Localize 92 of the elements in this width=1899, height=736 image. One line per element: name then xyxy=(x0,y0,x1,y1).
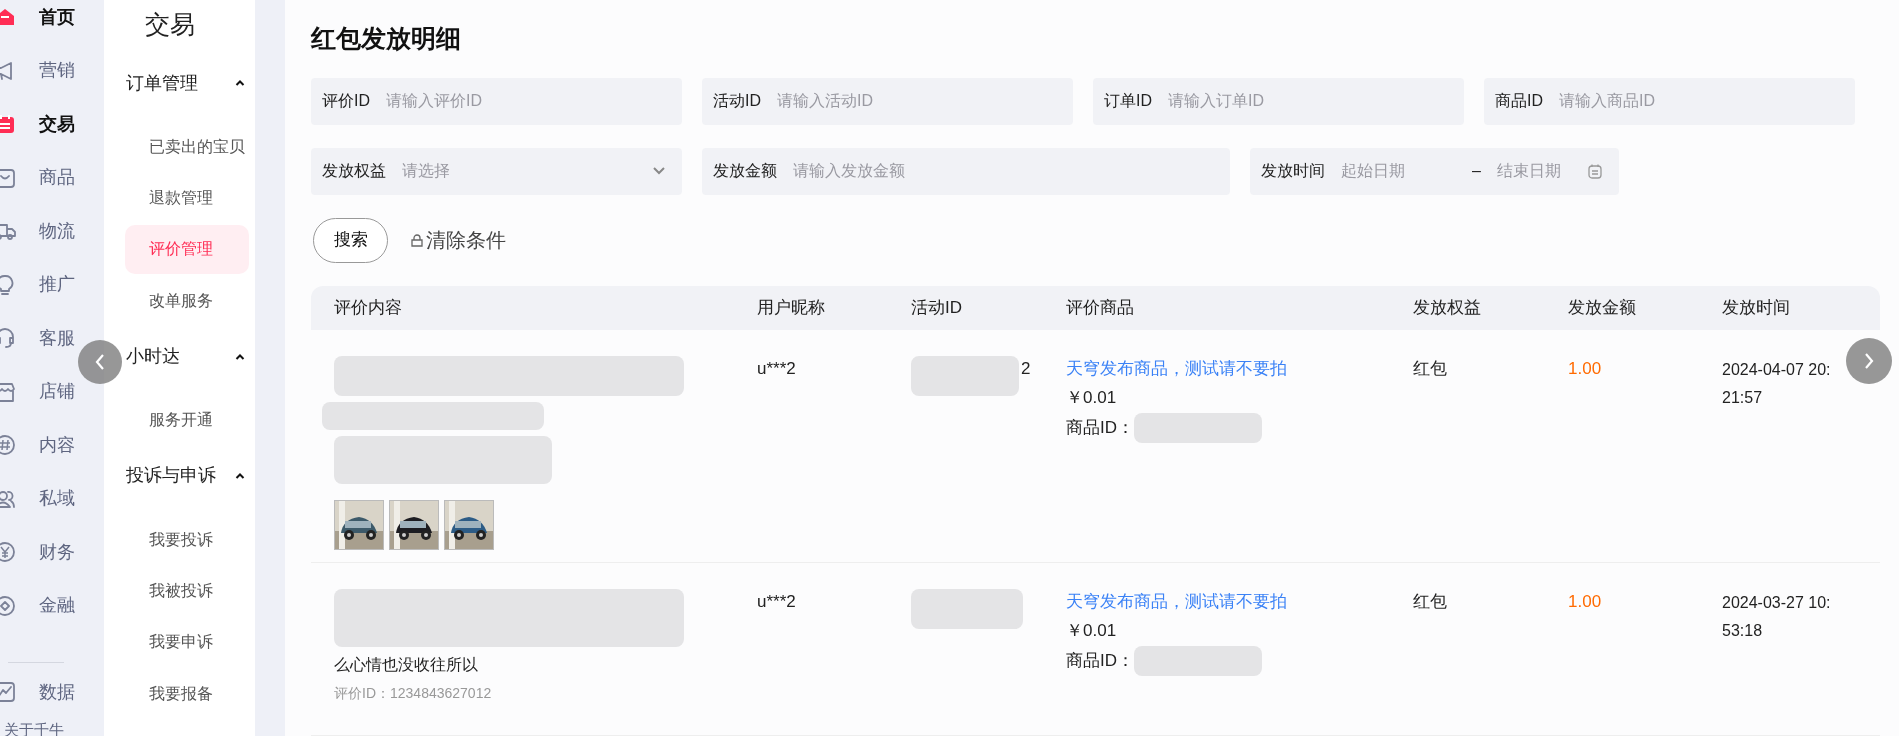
chevron-right-icon xyxy=(1863,352,1875,370)
section-title: 交易 xyxy=(145,9,196,40)
product-price: ￥0.01 xyxy=(1066,619,1117,642)
chevron-left-icon xyxy=(94,353,106,371)
product-link[interactable]: 天穹发布商品，测试请不要拍 xyxy=(1066,589,1287,615)
amount-cell: 1.00 xyxy=(1568,359,1602,379)
chart-icon xyxy=(0,681,16,703)
date-range-picker[interactable]: 发放时间 起始日期 – 结束日期 xyxy=(1250,147,1619,195)
nav-subitem[interactable]: 我要报备 xyxy=(125,669,249,718)
product-price: ￥0.01 xyxy=(1066,386,1117,409)
nav-item[interactable]: 内容 xyxy=(39,431,75,459)
group-header[interactable]: 投诉与申诉 xyxy=(126,462,216,490)
table-cell-text: 2024-03-27 10:53:18 xyxy=(1722,593,1832,642)
product-id-label: 商品ID： xyxy=(1066,417,1134,440)
nav-item[interactable]: 客服 xyxy=(39,324,75,352)
group-header[interactable]: 订单管理 xyxy=(126,69,198,97)
table-cell: u***2 xyxy=(757,359,796,379)
filter-field[interactable]: 订单ID 请输入订单ID xyxy=(1093,77,1464,125)
calendar-icon xyxy=(0,113,16,135)
lightbulb-icon xyxy=(0,273,16,296)
nav-item[interactable]: 数据 xyxy=(39,678,75,706)
search-button[interactable]: 搜索 xyxy=(313,217,388,263)
table-cell: u***2 xyxy=(757,592,796,612)
field-label: 订单ID xyxy=(1104,91,1152,111)
table-cell-text: 2 xyxy=(1021,358,1031,381)
nav-item[interactable]: 商品 xyxy=(39,164,75,191)
input-field[interactable]: 请输入活动ID xyxy=(777,89,1057,113)
chevron-down-icon xyxy=(652,166,666,176)
field-label: 发放金额 xyxy=(713,161,777,181)
field-label: 评价ID xyxy=(322,91,370,111)
yen-icon xyxy=(0,541,16,563)
nav-item[interactable]: 首页 xyxy=(39,3,75,31)
input-field[interactable]: 请输入商品ID xyxy=(1559,89,1839,113)
column-header: 发放时间 xyxy=(1721,297,1791,320)
select-field[interactable]: 请选择 xyxy=(402,159,652,183)
amount-cell: 1.00 xyxy=(1568,592,1602,612)
table-cell-text: 2024-04-07 20:21:57 xyxy=(1722,360,1832,409)
input-field[interactable]: 请输入评价ID xyxy=(386,89,666,113)
column-header: 评价内容 xyxy=(333,297,403,320)
review-text: 么心情也没收往所以 xyxy=(334,655,478,676)
table-cell: 红包 xyxy=(1413,592,1447,612)
start-date-field[interactable]: 起始日期 xyxy=(1341,159,1456,183)
clear-button[interactable]: 清除条件 xyxy=(410,225,506,255)
filter-field[interactable]: 商品ID 请输入商品ID xyxy=(1484,77,1855,125)
caret-icon[interactable] xyxy=(235,471,245,480)
store-icon xyxy=(0,380,16,403)
input-field[interactable]: 请输入发放金额 xyxy=(793,159,1214,183)
end-date-field[interactable]: 结束日期 xyxy=(1496,159,1587,183)
nav-subitem[interactable]: 服务开通 xyxy=(125,396,249,445)
nav-item[interactable]: 店铺 xyxy=(39,378,75,405)
group-header[interactable]: 小时达 xyxy=(126,343,180,371)
field-label: 发放时间 xyxy=(1261,161,1325,181)
nav-subitem[interactable]: 改单服务 xyxy=(125,276,249,326)
filter-select[interactable]: 发放权益 请选择 xyxy=(311,147,682,195)
filter-field[interactable]: 活动ID 请输入活动ID xyxy=(702,77,1073,125)
diamond-icon xyxy=(0,594,16,617)
caret-icon[interactable] xyxy=(235,79,245,87)
column-header: 发放金额 xyxy=(1567,297,1637,320)
nav-item[interactable]: 推广 xyxy=(39,271,75,298)
nav-subitem[interactable]: 我要投诉 xyxy=(125,515,249,564)
column-header: 活动ID xyxy=(910,297,963,320)
table-cell: 红包 xyxy=(1413,359,1447,379)
headset-icon xyxy=(0,327,16,349)
nav-subitem[interactable]: 我要申诉 xyxy=(125,618,249,667)
nav-item[interactable]: 营销 xyxy=(39,57,75,84)
hash-icon xyxy=(0,434,16,456)
bag-icon xyxy=(0,166,16,189)
filter-field[interactable]: 发放金额 请输入发放金额 xyxy=(702,147,1230,195)
range-separator: – xyxy=(1472,161,1481,181)
filter-field[interactable]: 评价ID 请输入评价ID xyxy=(311,77,682,125)
caret-icon[interactable] xyxy=(235,352,245,361)
nav-item[interactable]: 财务 xyxy=(39,538,75,566)
nav-subitem[interactable]: 我被投诉 xyxy=(125,566,249,616)
home-icon xyxy=(0,6,16,28)
lock-icon xyxy=(410,233,424,247)
column-header: 用户昵称 xyxy=(756,297,826,320)
field-label: 发放权益 xyxy=(322,161,386,181)
product-id-label: 商品ID： xyxy=(1066,650,1134,673)
review-id: 评价ID：1234843627012 xyxy=(334,684,492,704)
page-title: 红包发放明细 xyxy=(311,23,462,54)
field-label: 商品ID xyxy=(1495,91,1543,111)
product-link[interactable]: 天穹发布商品，测试请不要拍 xyxy=(1066,356,1287,382)
field-label: 活动ID xyxy=(713,91,761,111)
column-header: 评价商品 xyxy=(1065,297,1135,320)
nav-item[interactable]: 金融 xyxy=(39,592,75,619)
nav-subitem[interactable]: 已卖出的宝贝 xyxy=(125,122,249,171)
nav-item[interactable]: 私域 xyxy=(39,485,75,512)
input-field[interactable]: 请输入订单ID xyxy=(1168,89,1448,113)
nav-item[interactable]: 物流 xyxy=(39,217,75,245)
nav-subitem[interactable]: 退款管理 xyxy=(125,173,249,223)
column-header: 发放权益 xyxy=(1412,297,1482,320)
nav-item[interactable]: 交易 xyxy=(39,110,75,138)
